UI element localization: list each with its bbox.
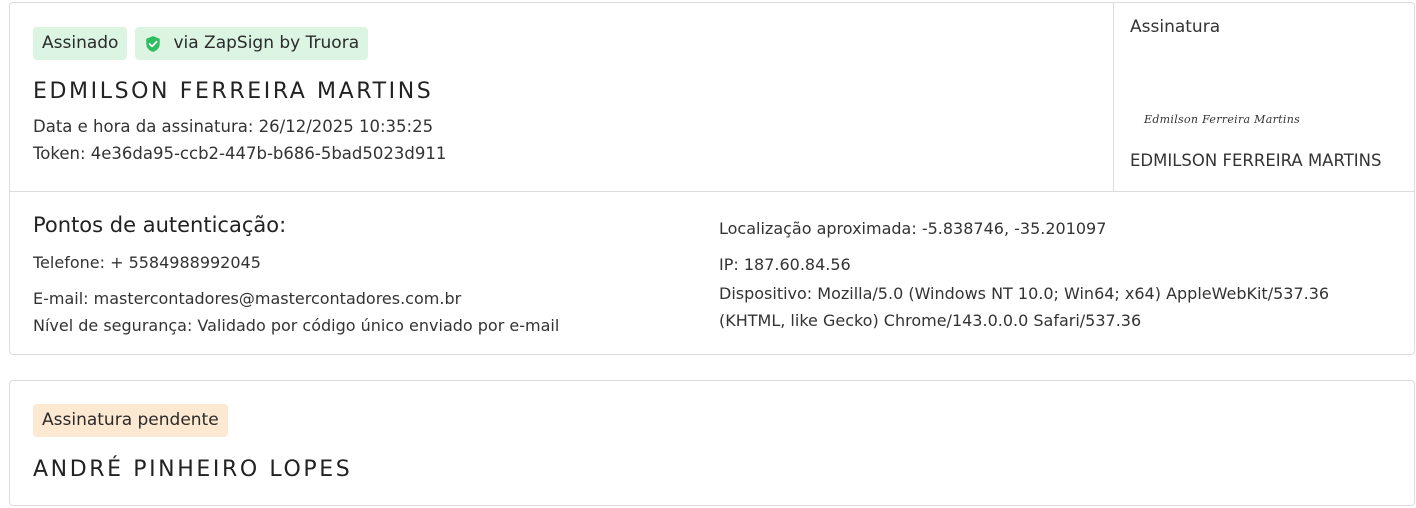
signature-token: Token: 4e36da95-ccb2-447b-b686-5bad5023d… xyxy=(33,144,447,163)
auth-device-line-1: Dispositivo: Mozilla/5.0 (Windows NT 10.… xyxy=(719,284,1330,303)
signer-info-panel: Assinado via ZapSign by Truora EDMILSON … xyxy=(10,3,1114,191)
signer-card-andre: Assinatura pendente ANDRÉ PINHEIRO LOPES xyxy=(9,380,1415,506)
auth-security-level: Nível de segurança: Validado por código … xyxy=(33,316,560,335)
signer-card-edmilson: Assinado via ZapSign by Truora EDMILSON … xyxy=(9,2,1415,355)
signer-name: ANDRÉ PINHEIRO LOPES xyxy=(33,457,353,482)
signer-badges: Assinatura pendente xyxy=(33,404,228,437)
signer-badges: Assinado via ZapSign by Truora xyxy=(33,27,369,60)
auth-points-title: Pontos de autenticação: xyxy=(33,213,287,237)
status-badge-pending: Assinatura pendente xyxy=(33,404,228,437)
auth-ip: IP: 187.60.84.56 xyxy=(719,255,851,274)
signature-printed-name: EDMILSON FERREIRA MARTINS xyxy=(1130,151,1382,170)
status-badge-signed: Assinado xyxy=(33,27,128,60)
signer-name: EDMILSON FERREIRA MARTINS xyxy=(33,79,434,104)
provider-badge-label: via ZapSign by Truora xyxy=(173,33,360,53)
section-divider xyxy=(10,191,1414,192)
auth-phone: Telefone: + 5584988992045 xyxy=(33,253,261,272)
provider-badge: via ZapSign by Truora xyxy=(135,27,369,60)
handwritten-signature: Edmilson Ferreira Martins xyxy=(1144,113,1301,126)
signature-datetime: Data e hora da assinatura: 26/12/2025 10… xyxy=(33,117,434,136)
auth-email: E-mail: mastercontadores@mastercontadore… xyxy=(33,289,462,308)
shield-check-icon xyxy=(146,35,161,52)
signature-panel-label: Assinatura xyxy=(1130,17,1221,37)
auth-device-line-2: (KHTML, like Gecko) Chrome/143.0.0.0 Saf… xyxy=(719,311,1142,330)
signature-panel: Assinatura Edmilson Ferreira Martins EDM… xyxy=(1114,3,1414,191)
auth-location: Localização aproximada: -5.838746, -35.2… xyxy=(719,219,1107,238)
